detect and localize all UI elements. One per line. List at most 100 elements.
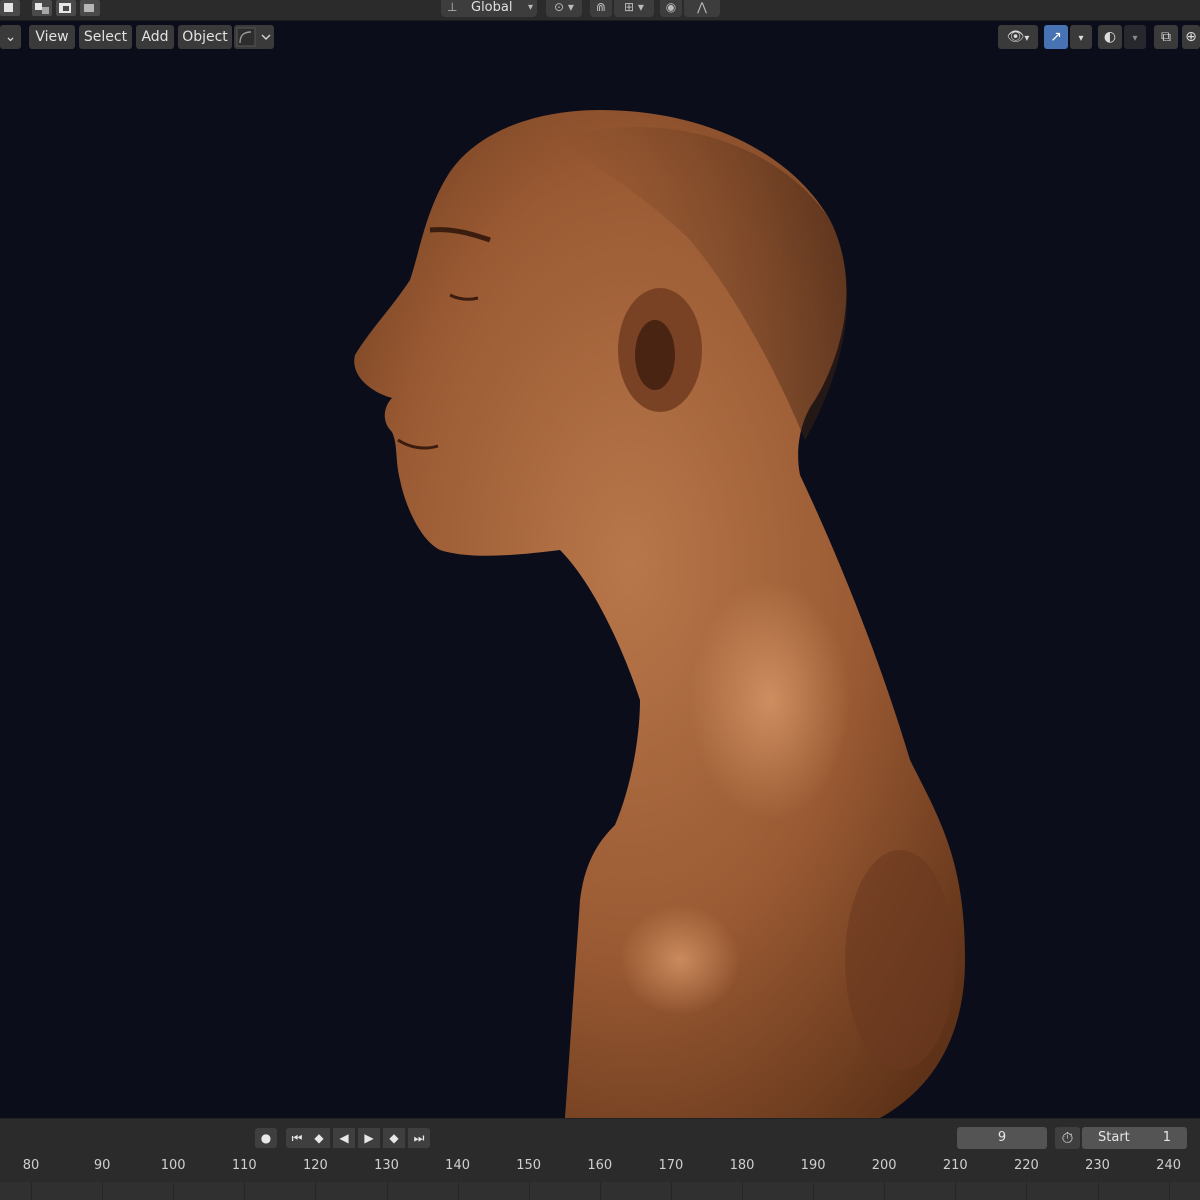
visibility-dropdown[interactable]: 👁▾ bbox=[998, 25, 1038, 49]
timeline-tick-label: 100 bbox=[160, 1158, 186, 1173]
chevron-down-icon: ▾ bbox=[1132, 33, 1138, 44]
timeline-tick-label: 110 bbox=[231, 1158, 257, 1173]
shading-wireframe-icon: ⊕ bbox=[1185, 29, 1197, 45]
timeline-tick-label: 240 bbox=[1156, 1158, 1181, 1173]
timeline-tick-label: 150 bbox=[516, 1158, 542, 1173]
xray-icon: ⧉ bbox=[1161, 29, 1171, 45]
overlays-dropdown[interactable]: ▾ bbox=[1124, 25, 1146, 49]
timeline-gridline bbox=[528, 1182, 530, 1200]
jump-end-icon: ⏭ bbox=[413, 1131, 425, 1145]
select-box-icon[interactable] bbox=[0, 0, 20, 16]
select-extend-icon[interactable] bbox=[32, 0, 52, 16]
timeline-tick-label: 140 bbox=[445, 1158, 470, 1173]
prev-keyframe-icon: ◆ bbox=[314, 1131, 324, 1145]
prev-keyframe-button[interactable]: ◆ bbox=[308, 1128, 330, 1148]
timeline-gridline bbox=[386, 1182, 388, 1200]
play-icon: ▶ bbox=[364, 1131, 374, 1145]
pivot-point-icon: ⊙ bbox=[554, 0, 565, 14]
menu-view[interactable]: View bbox=[29, 25, 75, 49]
shading-wireframe-button[interactable]: ⊕ bbox=[1182, 25, 1200, 49]
timeline-tick-label: 170 bbox=[658, 1158, 684, 1173]
timeline-gridline bbox=[670, 1182, 672, 1200]
auto-keying-button[interactable]: ● bbox=[255, 1128, 277, 1148]
proportional-edit-toggle[interactable]: ◉ bbox=[660, 0, 682, 17]
timeline-tick-label: 90 bbox=[93, 1158, 111, 1173]
timeline-ruler[interactable]: 80 90 100 110 120 130 140 150 160 170 180 190 200 210… bbox=[0, 1154, 1200, 1182]
snap-magnet-icon: ⋒ bbox=[595, 0, 607, 14]
play-button[interactable]: ▶ bbox=[358, 1128, 380, 1148]
xray-toggle[interactable]: ⧉ bbox=[1154, 25, 1178, 49]
mode-dropdown[interactable]: ⌄ bbox=[0, 25, 21, 49]
timeline-tick-label: 200 bbox=[871, 1158, 897, 1173]
timeline-gridline bbox=[244, 1182, 246, 1200]
pivot-point-dropdown[interactable]: ⊙ ▾ bbox=[546, 0, 582, 17]
stopwatch-icon: ⏱ bbox=[1061, 1129, 1074, 1147]
timeline-gridline bbox=[813, 1182, 815, 1200]
play-reverse-button[interactable]: ◀ bbox=[333, 1128, 355, 1148]
timeline-gridline bbox=[315, 1182, 317, 1200]
timeline-gridline bbox=[173, 1182, 175, 1200]
preview-range-toggle[interactable]: ⏱ bbox=[1055, 1127, 1080, 1149]
menu-add[interactable]: Add bbox=[136, 25, 174, 49]
timeline-gridline bbox=[102, 1182, 104, 1200]
timeline-gridline bbox=[31, 1182, 32, 1200]
timeline-tick-label: 210 bbox=[942, 1158, 968, 1173]
chevron-down-icon: ▾ bbox=[1024, 33, 1030, 44]
start-value: 1 bbox=[1162, 1130, 1171, 1145]
next-keyframe-button[interactable]: ◆ bbox=[383, 1128, 405, 1148]
timeline-tick-label: 190 bbox=[800, 1158, 826, 1173]
timeline-gridline bbox=[742, 1182, 743, 1200]
chevron-down-icon: ▾ bbox=[1078, 33, 1084, 44]
timeline-tick-label: 160 bbox=[587, 1158, 613, 1173]
eye-icon: 👁 bbox=[1006, 29, 1025, 45]
current-frame-field[interactable]: 9 bbox=[957, 1127, 1047, 1149]
gizmo-icon: ↗ bbox=[1050, 29, 1062, 45]
menu-object[interactable]: Object bbox=[178, 25, 232, 49]
falloff-dropdown[interactable]: ⋀ bbox=[684, 0, 720, 17]
chevron-down-icon: ⌄ bbox=[4, 29, 17, 45]
overlays-icon: ◐ bbox=[1103, 29, 1117, 45]
timeline-gridline bbox=[457, 1182, 459, 1200]
timeline-gridline bbox=[884, 1182, 886, 1200]
snap-toggle[interactable]: ⋒ bbox=[590, 0, 612, 17]
timeline-gridline bbox=[599, 1182, 601, 1200]
chevron-down-icon: ▾ bbox=[567, 0, 574, 14]
jump-to-start-button[interactable]: ⏮ bbox=[286, 1128, 308, 1148]
record-icon: ● bbox=[260, 1131, 272, 1145]
play-reverse-icon: ◀ bbox=[339, 1131, 349, 1145]
timeline-gridline bbox=[1097, 1182, 1099, 1200]
timeline-tick-label: 220 bbox=[1013, 1158, 1039, 1173]
chevron-down-icon: ▾ bbox=[637, 0, 644, 14]
interaction-mode-dropdown[interactable] bbox=[234, 25, 274, 49]
start-label: Start bbox=[1098, 1130, 1130, 1145]
next-keyframe-icon: ◆ bbox=[389, 1131, 399, 1145]
timeline-gridline bbox=[1168, 1182, 1170, 1200]
timeline-tick-label: 230 bbox=[1085, 1158, 1110, 1173]
jump-start-icon: ⏮ bbox=[291, 1131, 303, 1145]
timeline-tick-label: 130 bbox=[374, 1158, 399, 1173]
start-frame-field[interactable]: Start 1 bbox=[1082, 1127, 1187, 1149]
falloff-curve-icon: ⋀ bbox=[697, 0, 707, 14]
orientation-label: Global bbox=[471, 0, 513, 15]
gizmo-dropdown[interactable]: ▾ bbox=[1070, 25, 1092, 49]
sculpted-bust bbox=[354, 110, 966, 1118]
gizmo-toggle[interactable]: ↗ bbox=[1044, 25, 1068, 49]
select-subtract-icon[interactable] bbox=[56, 0, 76, 16]
timeline-gridline bbox=[1026, 1182, 1028, 1200]
overlays-toggle[interactable]: ◐ bbox=[1098, 25, 1122, 49]
proportional-edit-icon: ◉ bbox=[665, 0, 677, 14]
top-header-bar: ⊥ Global ▾ ⊙ ▾ ⋒ ⊞ ▾ ◉ ⋀ bbox=[0, 0, 1200, 21]
timeline-tick-label: 120 bbox=[302, 1158, 328, 1173]
timeline-track[interactable] bbox=[0, 1182, 1200, 1200]
3d-viewport[interactable] bbox=[0, 54, 1200, 1118]
transform-orientation-dropdown[interactable]: ⊥ Global ▾ bbox=[441, 0, 537, 17]
playback-controls: ● ⏮ ◆ ◀ ▶ ◆ ⏭ 9 ⏱ Start 1 bbox=[0, 1118, 1200, 1155]
timeline-tick-label: 180 bbox=[729, 1158, 755, 1173]
menu-select[interactable]: Select bbox=[79, 25, 132, 49]
select-intersect-icon[interactable] bbox=[80, 0, 100, 16]
jump-to-end-button[interactable]: ⏭ bbox=[408, 1128, 430, 1148]
transform-orientation-icon: ⊥ bbox=[447, 0, 458, 14]
chevron-down-icon: ▾ bbox=[527, 2, 533, 13]
snap-target-dropdown[interactable]: ⊞ ▾ bbox=[614, 0, 654, 17]
timeline-gridline bbox=[955, 1182, 957, 1200]
